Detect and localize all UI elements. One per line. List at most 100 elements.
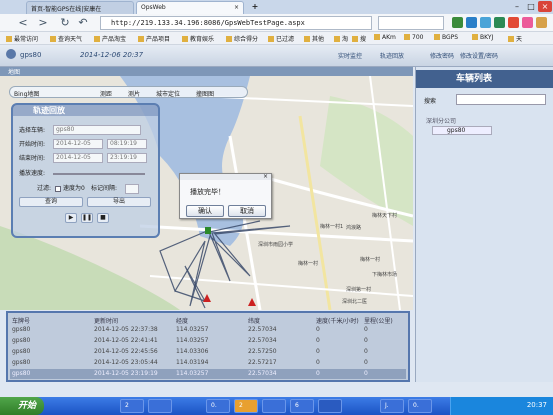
bookmark-item[interactable]: 产品淘宝 [94, 34, 126, 43]
taskbar-item[interactable]: 0. [408, 399, 432, 413]
tab-home[interactable]: 首页-智能GPS在线|安康在 [26, 1, 134, 14]
playback-title: 轨迹回放 [13, 105, 158, 116]
taskbar-item[interactable]: 0. [206, 399, 230, 413]
cell-plate: gps80 [12, 337, 31, 344]
bookmark-item[interactable]: 淘 [334, 34, 348, 43]
bookmark-item[interactable]: 其他 [304, 34, 324, 43]
cell-lng: 114.03257 [176, 326, 209, 333]
address-bar[interactable]: http://219.133.34.196:8086/GpsWebTestPag… [100, 16, 372, 30]
bookmark-item[interactable]: 最常访问 [6, 34, 38, 43]
extension-icon[interactable] [466, 17, 477, 28]
change-password-link[interactable]: 修改密码 [430, 51, 454, 60]
cell-lat: 22.57034 [248, 370, 277, 377]
new-tab-button[interactable]: + [248, 1, 262, 12]
cancel-button[interactable]: 取消 [228, 205, 266, 217]
menu-icon[interactable] [536, 17, 547, 28]
extension-icon[interactable] [452, 17, 463, 28]
maximize-button[interactable]: □ [524, 1, 538, 12]
realtime-monitor-link[interactable]: 实时监控 [338, 51, 362, 60]
speed-slider[interactable] [53, 173, 145, 175]
taskbar-item[interactable] [318, 399, 342, 413]
browser-tab-bar: 首页-智能GPS在线|安康在 OpsWeb × + – □ × [0, 0, 553, 14]
cell-plate: gps80 [12, 359, 31, 366]
ok-label: 确认 [198, 207, 212, 215]
task-label: 0. [211, 402, 217, 409]
close-icon[interactable]: × [234, 4, 239, 11]
screenshot-tool[interactable]: 测片 [128, 89, 140, 98]
vehicle-list-title: 车辆列表 [416, 70, 553, 88]
map-label: 深圳市雨园小学 [258, 242, 294, 248]
close-window-button[interactable]: × [538, 1, 552, 12]
bookmark-item[interactable]: 700 [404, 34, 423, 41]
interval-input[interactable] [125, 184, 139, 194]
start-time-input[interactable]: 08:19:19 [107, 139, 147, 149]
clock[interactable]: 20:37 [527, 401, 547, 409]
map-type-select[interactable]: Bing地图 [14, 89, 39, 98]
pause-icon[interactable]: ❚❚ [81, 213, 93, 223]
user-name: gps80 [20, 51, 42, 59]
extension-icon[interactable] [522, 17, 533, 28]
taskbar-item[interactable]: 2 [120, 399, 144, 413]
play-icon[interactable]: ▶ [65, 213, 77, 223]
extension-icon[interactable] [480, 17, 491, 28]
user-icon [6, 49, 16, 59]
measure-tool[interactable]: 测距 [100, 89, 112, 98]
start-button[interactable]: 开始 [0, 397, 44, 415]
overlay-tool[interactable]: 撞图图 [196, 89, 214, 98]
forward-icon[interactable]: > [36, 16, 50, 30]
bookmark-item[interactable]: AKm [374, 34, 396, 41]
bookmark-item[interactable]: BKYJ [472, 34, 493, 41]
taskbar-item[interactable]: J. [380, 399, 404, 413]
vehicle-node[interactable]: gps80 [432, 126, 492, 135]
reload-icon[interactable]: ↻ [58, 16, 72, 30]
taskbar-item[interactable] [262, 399, 286, 413]
task-label: 0. [413, 402, 419, 409]
ok-button[interactable]: 确认 [186, 205, 224, 217]
vehicle-search-input[interactable] [456, 94, 546, 105]
bookmark-item[interactable]: 产品项目 [138, 34, 170, 43]
extension-icon[interactable] [508, 17, 519, 28]
taskbar-item[interactable] [148, 399, 172, 413]
bookmark-item[interactable]: 搜 [352, 34, 366, 43]
track-data-table: 车牌号 更新时间 经度 纬度 速度(千米/小时) 里程(公里) gps80 201… [6, 311, 410, 382]
map-label: 下梅林市场 [372, 272, 398, 278]
vehicle-select[interactable]: gps80 [53, 125, 141, 135]
group-node[interactable]: 深圳分公司 [426, 116, 456, 125]
tab-gpsweb[interactable]: OpsWeb × [136, 1, 244, 14]
cell-mileage: 0 [364, 348, 368, 355]
taskbar-item[interactable]: 2 [234, 399, 258, 413]
end-date-input[interactable]: 2014-12-05 [53, 153, 103, 163]
table-row[interactable]: gps80 2014-12-05 22:41:41 114.03257 22.5703… [10, 336, 406, 346]
table-row[interactable]: gps80 2014-12-05 22:37:38 114.03257 22.5703… [10, 325, 406, 335]
table-row-selected[interactable]: gps80 2014-12-05 23:19:19 114.03257 22.5703… [10, 369, 406, 379]
start-time-value: 08:19:19 [110, 140, 137, 147]
bookmark-item[interactable]: BGPS [434, 34, 458, 41]
bookmark-item[interactable]: 教育娱乐 [182, 34, 214, 43]
table-row[interactable]: gps80 2014-12-05 23:05:44 114.03194 22.5721… [10, 358, 406, 368]
undo-icon[interactable]: ↶ [76, 16, 90, 30]
bookmark-item[interactable]: 查询天气 [50, 34, 82, 43]
close-icon[interactable]: × [263, 173, 268, 180]
bookmark-item[interactable]: 天 [508, 34, 522, 43]
windows-taskbar: 开始 2 0. 2 6 J. 0. 20:37 [0, 397, 553, 415]
query-button[interactable]: 查询 [19, 197, 83, 207]
settings-link[interactable]: 修改设置/密码 [460, 51, 498, 60]
end-time-input[interactable]: 23:19:19 [107, 153, 147, 163]
bookmark-item[interactable]: 综合得分 [226, 34, 258, 43]
taskbar-item[interactable]: 6 [290, 399, 314, 413]
bookmarks-bar: 最常访问 查询天气 产品淘宝 产品项目 教育娱乐 综合得分 已过滤 其他 淘 搜… [0, 32, 553, 45]
search-input[interactable] [378, 16, 444, 30]
start-date-input[interactable]: 2014-12-05 [53, 139, 103, 149]
export-button[interactable]: 导出 [87, 197, 151, 207]
city-locate-tool[interactable]: 城市定位 [156, 89, 180, 98]
filter-checkbox[interactable] [55, 186, 61, 192]
track-playback-link[interactable]: 轨迹回放 [380, 51, 404, 60]
minimize-button[interactable]: – [510, 1, 524, 12]
stop-icon[interactable]: ■ [97, 213, 109, 223]
back-icon[interactable]: < [16, 16, 30, 30]
bookmark-item[interactable]: 已过滤 [268, 34, 294, 43]
tab-label: 首页-智能GPS在线|安康在 [31, 6, 102, 13]
table-row[interactable]: gps80 2014-12-05 22:45:56 114.03306 22.5725… [10, 347, 406, 357]
extension-icon[interactable] [494, 17, 505, 28]
cell-time: 2014-12-05 23:05:44 [94, 359, 158, 366]
